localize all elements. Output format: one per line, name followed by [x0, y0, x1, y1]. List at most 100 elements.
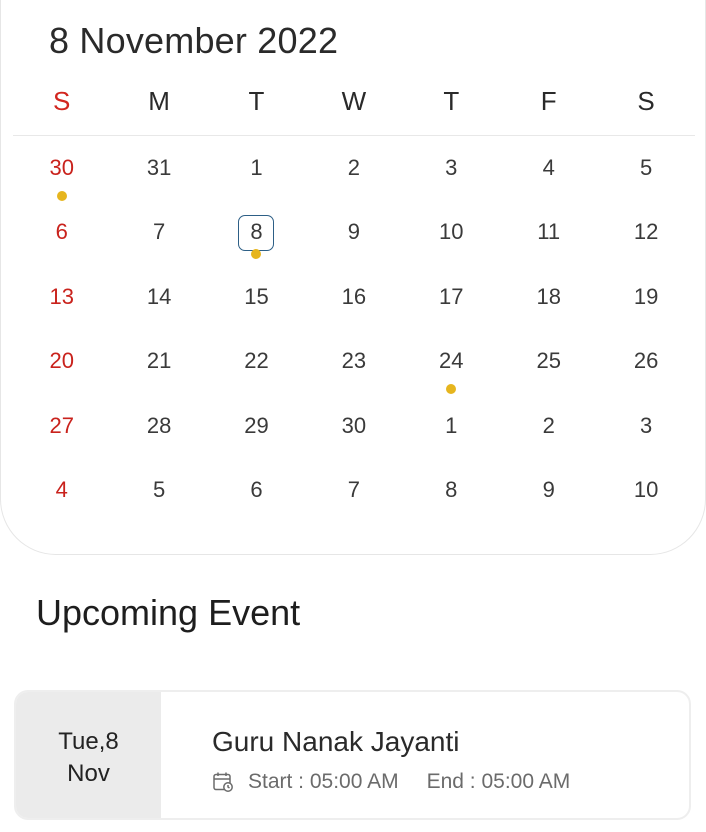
weekday-fri: F	[540, 86, 557, 116]
calendar-day[interactable]: 26	[597, 341, 694, 381]
event-card[interactable]: Tue,8 Nov Guru Nanak Jayanti Start : 05:…	[14, 690, 691, 820]
calendar-day-number: 14	[146, 283, 172, 309]
calendar-day[interactable]: 28	[110, 406, 207, 446]
calendar-day[interactable]: 18	[500, 277, 597, 317]
calendar-day[interactable]: 5	[110, 470, 207, 510]
calendar-day[interactable]: 1	[208, 148, 305, 188]
weekday-wed: W	[341, 86, 367, 116]
calendar-title: 8 November 2022	[49, 20, 339, 61]
calendar-day-number: 7	[152, 219, 166, 245]
calendar-day-number: 10	[439, 219, 464, 245]
calendar-day[interactable]: 20	[13, 341, 110, 381]
event-indicator-dot	[446, 384, 457, 395]
calendar-day[interactable]: 21	[110, 341, 207, 381]
calendar-clock-icon	[212, 771, 234, 793]
calendar-day[interactable]: 24	[403, 341, 500, 395]
event-start-time: Start : 05:00 AM	[248, 770, 399, 793]
event-date-day: Tue,8	[58, 728, 119, 755]
calendar-card: 8 November 2022 S M T W T F S 30 31 1 2 3 4 5 6…	[0, 0, 706, 555]
calendar-day-number: 16	[341, 283, 367, 309]
calendar-day[interactable]: 4	[500, 148, 597, 188]
calendar-day[interactable]: 22	[208, 341, 305, 381]
calendar-day-number: 1	[250, 155, 263, 180]
calendar-day[interactable]: 29	[208, 406, 305, 446]
event-date-block: Tue,8 Nov	[16, 692, 161, 818]
calendar-day-number: 5	[639, 155, 653, 180]
calendar-day-number: 3	[639, 412, 653, 438]
calendar-day-number: 10	[633, 477, 659, 502]
weekday-thu: T	[443, 86, 460, 116]
calendar-day[interactable]: 15	[208, 277, 305, 317]
calendar-day-number: 12	[633, 219, 659, 245]
calendar-day[interactable]: 10	[597, 470, 694, 510]
calendar-day[interactable]: 2	[305, 148, 402, 188]
event-indicator-dot	[251, 249, 262, 260]
calendar-day-number: 2	[347, 155, 360, 180]
calendar-day-number: 30	[341, 412, 367, 438]
event-indicator-dot	[56, 191, 67, 201]
calendar-day-number: 6	[55, 219, 68, 245]
calendar-day[interactable]: 17	[403, 277, 500, 317]
calendar-day-number: 15	[244, 283, 269, 309]
calendar-day[interactable]: 10	[403, 212, 500, 252]
calendar-day-number: 5	[152, 477, 166, 502]
calendar-day-number: 31	[146, 155, 172, 180]
calendar-day[interactable]: 9	[500, 470, 597, 510]
calendar-day-number: 22	[244, 348, 269, 374]
calendar-day-number: 23	[341, 348, 367, 374]
weekday-sun: S	[53, 86, 71, 116]
calendar-day-number: 29	[244, 412, 269, 438]
weekday-mon: M	[148, 86, 170, 116]
weekday-tue: T	[248, 86, 265, 116]
calendar-day[interactable]: 4	[13, 470, 110, 510]
calendar-day-number: 8	[238, 215, 275, 252]
calendar-day[interactable]: 30	[305, 406, 402, 446]
event-date-month: Nov	[67, 760, 110, 787]
calendar-day[interactable]: 30	[13, 148, 110, 201]
calendar-day[interactable]: 5	[597, 148, 694, 188]
calendar-day-number: 4	[55, 477, 68, 502]
calendar-day[interactable]: 31	[110, 148, 207, 188]
calendar-day-number: 17	[439, 283, 464, 309]
upcoming-event-title: Upcoming Event	[36, 592, 301, 633]
calendar-day[interactable]: 6	[208, 470, 305, 510]
calendar-day-number: 20	[49, 348, 74, 374]
event-end-time: End : 05:00 AM	[426, 770, 571, 793]
calendar-day[interactable]: 13	[13, 277, 110, 317]
calendar-day-number: 9	[542, 477, 555, 502]
calendar-day-number: 25	[536, 348, 561, 374]
calendar-day-number: 8	[445, 477, 458, 502]
calendar-day-number: 30	[49, 155, 74, 180]
calendar-day[interactable]: 16	[305, 277, 402, 317]
calendar-day-number: 6	[250, 477, 263, 502]
calendar-day-number: 19	[633, 283, 659, 309]
calendar-day[interactable]: 9	[305, 212, 402, 252]
calendar-day-number: 18	[536, 283, 561, 309]
event-name: Guru Nanak Jayanti	[212, 726, 460, 757]
calendar-day[interactable]: 25	[500, 341, 597, 381]
calendar-day-number: 3	[445, 155, 458, 180]
calendar-day[interactable]: 19	[597, 277, 694, 317]
calendar-day-number: 21	[146, 348, 172, 374]
calendar-day[interactable]: 12	[597, 212, 694, 252]
calendar-day-number: 2	[542, 412, 555, 438]
calendar-day[interactable]: 6	[13, 212, 110, 252]
calendar-day-number: 1	[445, 412, 458, 438]
calendar-day-number: 7	[347, 477, 360, 502]
calendar-day-number: 24	[439, 348, 464, 374]
calendar-day[interactable]: 7	[305, 470, 402, 510]
calendar-day-number: 9	[347, 219, 360, 245]
calendar-day[interactable]: 23	[305, 341, 402, 381]
calendar-day-number: 13	[49, 283, 74, 309]
calendar-day[interactable]: 3	[403, 148, 500, 188]
calendar-day[interactable]: 11	[500, 212, 597, 252]
calendar-day[interactable]: 14	[110, 277, 207, 317]
calendar-day[interactable]: 8	[208, 212, 305, 260]
calendar-day[interactable]: 7	[110, 212, 207, 252]
calendar-day[interactable]: 27	[13, 406, 110, 446]
calendar-day[interactable]: 3	[597, 406, 694, 446]
calendar-day-number: 28	[146, 412, 172, 438]
calendar-day[interactable]: 8	[403, 470, 500, 510]
calendar-day[interactable]: 2	[500, 406, 597, 446]
calendar-day[interactable]: 1	[403, 406, 500, 446]
